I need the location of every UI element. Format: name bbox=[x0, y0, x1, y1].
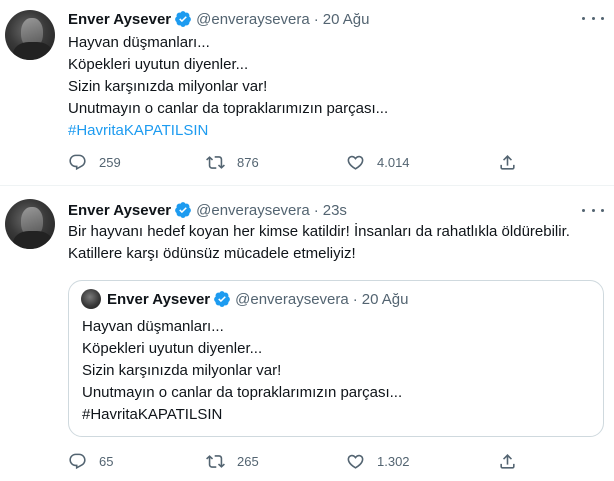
author-name[interactable]: Enver Aysever bbox=[68, 11, 171, 28]
verified-badge-icon bbox=[214, 291, 230, 307]
reply-count: 259 bbox=[99, 154, 121, 170]
separator-dot: · bbox=[313, 10, 319, 28]
reply-icon bbox=[69, 453, 86, 469]
quote-timestamp: 20 Ağu bbox=[361, 290, 409, 308]
like-button[interactable]: 4.014 bbox=[346, 150, 410, 174]
quoted-tweet[interactable]: Enver Aysever @enveraysevera · 20 Ağu Ha… bbox=[68, 280, 604, 437]
like-icon bbox=[347, 155, 364, 170]
retweet-count: 876 bbox=[237, 154, 259, 170]
quote-text-line: Köpekleri uyutun diyenler... bbox=[82, 340, 263, 357]
tweet-text-line: Bir hayvanı hedef koyan her kimse katild… bbox=[68, 223, 570, 240]
avatar[interactable] bbox=[5, 199, 55, 249]
like-count: 1.302 bbox=[377, 453, 410, 469]
timestamp[interactable]: 23s bbox=[323, 202, 347, 219]
tweet-text-line: Unutmayın o canlar da topraklarımızın pa… bbox=[68, 100, 389, 117]
more-options-icon[interactable] bbox=[582, 204, 604, 216]
tweet-actions: 65 265 1.302 bbox=[68, 449, 528, 473]
tweet-text-line: Köpekleri uyutun diyenler... bbox=[68, 56, 249, 73]
retweet-button[interactable]: 265 bbox=[206, 449, 259, 473]
verified-badge-icon bbox=[175, 11, 191, 27]
quote-header: Enver Aysever @enveraysevera · 20 Ağu bbox=[107, 289, 408, 309]
tweet-header: Enver Aysever @enveraysevera · 23s bbox=[68, 200, 347, 220]
separator-dot: · bbox=[313, 201, 319, 219]
tweet-header: Enver Aysever @enveraysevera · 20 Ağu bbox=[68, 9, 369, 29]
tweet-text-line: Hayvan düşmanları... bbox=[68, 34, 210, 51]
quote-text-line: Unutmayın o canlar da topraklarımızın pa… bbox=[82, 384, 403, 401]
tweet-text: Hayvan düşmanları... Köpekleri uyutun di… bbox=[68, 32, 604, 142]
tweet-text: Bir hayvanı hedef koyan her kimse katild… bbox=[68, 221, 604, 265]
author-handle[interactable]: @enveraysevera bbox=[196, 11, 310, 28]
reply-button[interactable]: 65 bbox=[68, 449, 113, 473]
like-icon bbox=[347, 454, 364, 469]
avatar[interactable] bbox=[5, 10, 55, 60]
tweet[interactable]: Enver Aysever @enveraysevera · 20 Ağu Ha… bbox=[0, 0, 614, 186]
quote-avatar bbox=[81, 289, 101, 309]
quote-text: Hayvan düşmanları... Köpekleri uyutun di… bbox=[82, 316, 402, 426]
quote-text-line: Hayvan düşmanları... bbox=[82, 318, 224, 335]
tweet[interactable]: Enver Aysever @enveraysevera · 23s Bir h… bbox=[0, 187, 614, 481]
hashtag-link[interactable]: #HavritaKAPATILSIN bbox=[68, 120, 604, 142]
retweet-count: 265 bbox=[237, 453, 259, 469]
share-icon bbox=[500, 154, 515, 170]
timestamp[interactable]: 20 Ağu bbox=[323, 11, 370, 28]
quote-author-handle: @enveraysevera bbox=[235, 290, 349, 308]
like-count: 4.014 bbox=[377, 154, 410, 170]
retweet-icon bbox=[206, 454, 225, 468]
quote-text-line: #HavritaKAPATILSIN bbox=[82, 406, 223, 423]
share-button[interactable] bbox=[498, 150, 517, 174]
tweet-actions: 259 876 4.014 bbox=[68, 150, 528, 174]
verified-badge-icon bbox=[175, 202, 191, 218]
author-handle[interactable]: @enveraysevera bbox=[196, 202, 310, 219]
share-button[interactable] bbox=[498, 449, 517, 473]
like-button[interactable]: 1.302 bbox=[346, 449, 410, 473]
tweet-text-line: Katillere karşı ödünsüz mücadele etmeliy… bbox=[68, 245, 356, 262]
retweet-icon bbox=[206, 155, 225, 169]
retweet-button[interactable]: 876 bbox=[206, 150, 259, 174]
reply-button[interactable]: 259 bbox=[68, 150, 121, 174]
reply-icon bbox=[69, 154, 86, 170]
reply-count: 65 bbox=[99, 453, 114, 469]
quote-author-name: Enver Aysever bbox=[107, 290, 211, 308]
author-name[interactable]: Enver Aysever bbox=[68, 202, 171, 219]
more-options-icon[interactable] bbox=[582, 12, 604, 24]
quote-text-line: Sizin karşınızda milyonlar var! bbox=[82, 362, 282, 379]
tweet-text-line: Sizin karşınızda milyonlar var! bbox=[68, 78, 268, 95]
separator-dot: · bbox=[352, 290, 358, 308]
share-icon bbox=[500, 453, 515, 469]
